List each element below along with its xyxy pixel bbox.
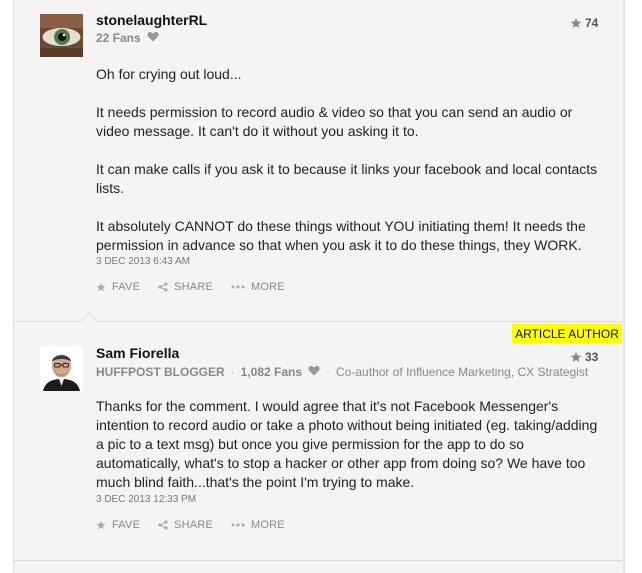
comment-paragraph: Oh for crying out loud... bbox=[96, 66, 242, 82]
share-icon bbox=[158, 282, 168, 292]
star-icon bbox=[570, 352, 582, 362]
more-label: MORE bbox=[251, 519, 285, 531]
comment-meta: 22 Fans bbox=[96, 31, 159, 45]
reply-notch bbox=[80, 312, 98, 322]
more-dots-icon bbox=[231, 523, 245, 527]
comment-username[interactable]: stonelaughterRL bbox=[96, 12, 207, 28]
comment-username[interactable]: Sam Fiorella bbox=[96, 345, 179, 361]
more-button[interactable]: MORE bbox=[231, 519, 285, 531]
share-button[interactable]: SHARE bbox=[158, 281, 213, 293]
comment-body: Thanks for the comment. I would agree th… bbox=[96, 397, 601, 492]
comment-divider bbox=[13, 560, 622, 561]
fave-label: FAVE bbox=[112, 519, 141, 531]
article-author-badge: ARTICLE AUTHOR bbox=[512, 324, 622, 343]
comment-paragraph: Thanks for the comment. I would agree th… bbox=[96, 398, 598, 490]
comment-paragraph: It absolutely CANNOT do these things wit… bbox=[96, 218, 586, 253]
share-icon bbox=[158, 520, 168, 530]
more-button[interactable]: MORE bbox=[231, 281, 285, 293]
heart-icon[interactable] bbox=[147, 31, 159, 45]
comment-divider bbox=[13, 321, 622, 322]
blogger-role: HUFFPOST BLOGGER bbox=[96, 365, 225, 379]
share-label: SHARE bbox=[174, 281, 214, 293]
author-bio: Co-author of Influence Marketing, CX Str… bbox=[336, 365, 589, 379]
more-label: MORE bbox=[251, 281, 285, 293]
fans-count[interactable]: 22 Fans bbox=[96, 31, 141, 45]
comment-paragraph: It needs permission to record audio & vi… bbox=[96, 104, 573, 139]
more-dots-icon bbox=[231, 285, 245, 289]
comment-meta: HUFFPOST BLOGGER · 1,082 Fans · Co-autho… bbox=[96, 365, 589, 379]
comment-paragraph: It can make calls if you ask it to becau… bbox=[96, 161, 598, 196]
star-count: 74 bbox=[585, 16, 599, 30]
fave-button[interactable]: FAVE bbox=[96, 519, 140, 531]
share-button[interactable]: SHARE bbox=[158, 519, 213, 531]
comment-actions: FAVE SHARE MORE bbox=[96, 519, 303, 531]
comment-actions: FAVE SHARE MORE bbox=[96, 281, 303, 293]
fave-label: FAVE bbox=[112, 281, 141, 293]
fans-count[interactable]: 1,082 Fans bbox=[241, 365, 302, 379]
scrollbar-edge bbox=[623, 0, 625, 573]
share-label: SHARE bbox=[174, 519, 214, 531]
star-icon bbox=[96, 282, 106, 292]
star-rating[interactable]: 74 bbox=[570, 16, 598, 30]
star-rating[interactable]: 33 bbox=[570, 350, 598, 364]
comment-body: Oh for crying out loud... It needs permi… bbox=[96, 65, 601, 255]
star-icon bbox=[96, 520, 106, 530]
avatar[interactable] bbox=[40, 346, 83, 391]
fave-button[interactable]: FAVE bbox=[96, 281, 140, 293]
star-icon bbox=[570, 18, 582, 28]
comment-date: 3 DEC 2013 6:43 AM bbox=[96, 256, 190, 267]
avatar[interactable] bbox=[40, 14, 83, 57]
comment-date: 3 DEC 2013 12:33 PM bbox=[96, 494, 197, 505]
heart-icon[interactable] bbox=[308, 365, 320, 379]
star-count: 33 bbox=[585, 350, 599, 364]
